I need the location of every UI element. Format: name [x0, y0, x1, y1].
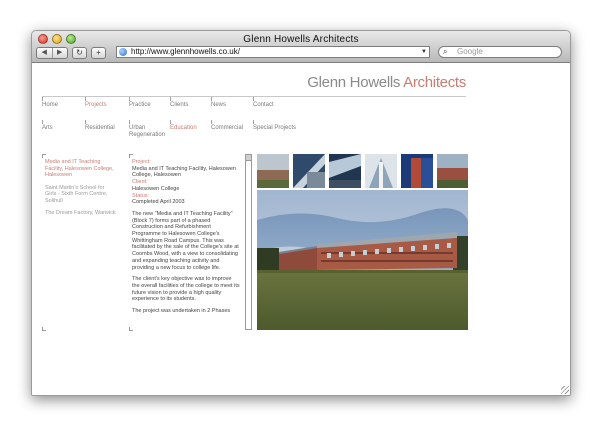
project-list-item[interactable]: Saint Martin's School for Girls - Sixth …	[45, 185, 117, 205]
brand-name: Glenn Howells	[307, 74, 401, 91]
search-placeholder: Google	[457, 47, 483, 56]
project-detail: Project: Media and IT Teaching Facility,…	[132, 159, 240, 331]
add-bookmark-button[interactable]: +	[91, 47, 106, 59]
reload-button[interactable]: ↻	[72, 47, 87, 59]
resize-grip-icon[interactable]	[561, 386, 569, 394]
nav-tick	[85, 97, 86, 101]
search-input[interactable]: ⌕ Google	[438, 46, 562, 58]
scrollbar-thumb[interactable]	[246, 155, 251, 161]
window-title: Glenn Howells Architects	[243, 34, 359, 45]
nav-tick	[42, 97, 43, 101]
subnav-item-urban-regeneration[interactable]: Urban Regeneration	[129, 120, 165, 139]
chevron-down-icon[interactable]: ▼	[421, 47, 427, 57]
nav-tick	[170, 120, 171, 124]
browser-window: Glenn Howells Architects ◀ ▶ ↻ + http://…	[31, 30, 571, 396]
thumbnail-strip	[257, 154, 468, 188]
title-bar: Glenn Howells Architects ◀ ▶ ↻ + http://…	[32, 31, 570, 63]
project-list-item[interactable]: Media and IT Teaching Facility, Halesowe…	[45, 159, 117, 179]
project-list-item[interactable]: The Dream Factory, Warwick	[45, 210, 117, 217]
nav-item-news[interactable]: News	[211, 97, 226, 109]
nav-item-contact[interactable]: Contact	[253, 97, 274, 109]
project-value: Media and IT Teaching Facility, Halesowe…	[132, 165, 236, 179]
nav-tick	[211, 120, 212, 124]
browser-toolbar: ◀ ▶ ↻ +	[36, 46, 110, 60]
client-value: Halesowen College	[132, 185, 180, 192]
search-icon: ⌕	[443, 47, 448, 56]
nav-item-clients[interactable]: Clients	[170, 97, 188, 109]
nav-tick	[253, 97, 254, 101]
status-value: Completed April 2003	[132, 199, 185, 206]
thumbnail-image[interactable]	[437, 154, 468, 188]
nav-item-home[interactable]: Home	[42, 97, 58, 109]
forward-arrow-icon[interactable]: ▶	[51, 48, 68, 58]
corner-bracket	[42, 154, 46, 158]
header-divider	[42, 96, 466, 97]
nav-tick	[42, 120, 43, 124]
nav-tick	[253, 120, 254, 124]
client-label: Client:	[132, 179, 148, 186]
globe-icon	[119, 48, 127, 56]
page-content: Glenn Howells Architects Home Projects P…	[32, 64, 570, 395]
status-label: Status:	[132, 192, 150, 199]
nav-tick	[129, 120, 130, 124]
subnav-item-residential[interactable]: Residential	[85, 120, 115, 132]
detail-scrollbar[interactable]	[245, 154, 252, 330]
site-logo[interactable]: Glenn Howells Architects	[307, 74, 466, 91]
subnav-item-special-projects[interactable]: Special Projects	[253, 120, 296, 132]
nav-tick	[85, 120, 86, 124]
subnav-item-arts[interactable]: Arts	[42, 120, 53, 132]
thumbnail-image[interactable]	[329, 154, 361, 188]
corner-bracket	[42, 327, 46, 331]
nav-item-projects[interactable]: Projects	[85, 97, 107, 109]
thumbnail-image[interactable]	[365, 154, 397, 188]
nav-tick	[129, 97, 130, 101]
address-text: http://www.glennhowells.co.uk/	[131, 47, 240, 56]
project-list: Media and IT Teaching Facility, Halesowe…	[45, 159, 117, 223]
thumbnail-image[interactable]	[257, 154, 289, 188]
address-bar[interactable]: http://www.glennhowells.co.uk/ ▼	[116, 46, 430, 58]
nav-tick	[211, 97, 212, 101]
project-label: Project:	[132, 159, 151, 165]
nav-item-practice[interactable]: Practice	[129, 97, 151, 109]
detail-paragraph: The client's key objective was to improv…	[132, 276, 240, 303]
back-forward-group: ◀ ▶	[36, 47, 68, 59]
subnav-item-commercial[interactable]: Commercial	[211, 120, 243, 132]
detail-paragraph: The project was undertaken in 2 Phases	[132, 308, 231, 315]
subnav-item-education[interactable]: Education	[170, 120, 197, 132]
detail-paragraph: The new "Media and IT Teaching Facility"…	[132, 210, 239, 271]
brand-accent: Architects	[403, 74, 466, 91]
nav-tick	[170, 97, 171, 101]
back-arrow-icon[interactable]: ◀	[37, 48, 52, 58]
corner-bracket	[129, 154, 133, 158]
thumbnail-image[interactable]	[293, 154, 325, 188]
thumbnail-image[interactable]	[401, 154, 433, 188]
hero-photo	[257, 190, 468, 330]
